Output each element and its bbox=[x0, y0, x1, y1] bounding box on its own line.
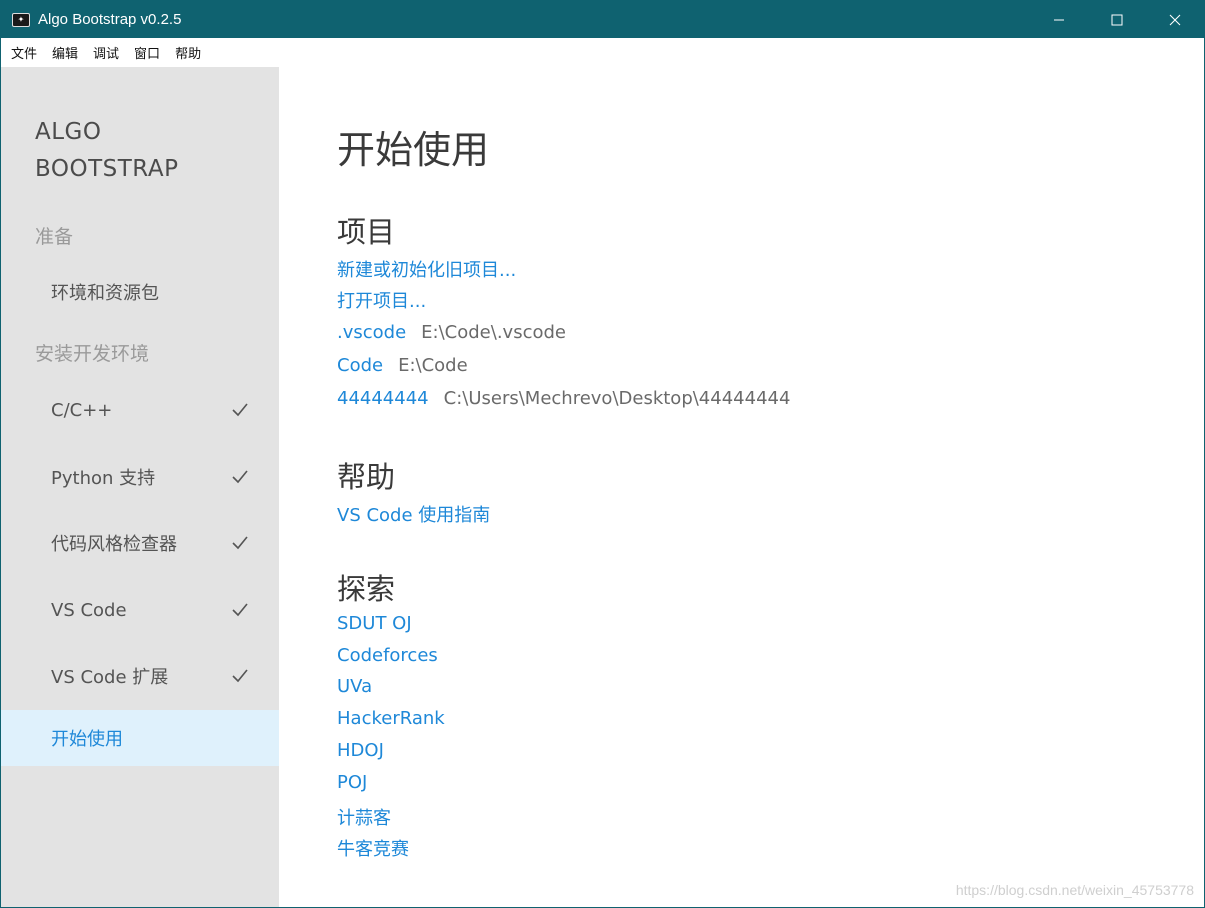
sidebar-item-vscode-extensions[interactable]: VS Code 扩展 bbox=[1, 648, 279, 704]
vscode-guide-link[interactable]: VS Code 使用指南 bbox=[337, 501, 490, 527]
close-icon bbox=[1169, 14, 1181, 25]
minimize-icon bbox=[1054, 19, 1064, 20]
recent-project-row: .vscode E:\Code\.vscode bbox=[337, 322, 566, 343]
window-controls bbox=[1030, 1, 1204, 38]
sidebar-item-env-packages[interactable]: 环境和资源包 bbox=[1, 264, 279, 320]
app-window: ✦ Algo Bootstrap v0.2.5 文件 编辑 调试 窗口 帮助 A… bbox=[0, 0, 1205, 908]
page-title: 开始使用 bbox=[337, 128, 490, 172]
sidebar: ALGO BOOTSTRAP 准备 环境和资源包 安装开发环境 C/C++ Py… bbox=[1, 67, 279, 907]
window-title: Algo Bootstrap v0.2.5 bbox=[38, 11, 182, 28]
checkmark-icon bbox=[232, 536, 248, 550]
menu-debug[interactable]: 调试 bbox=[91, 43, 126, 62]
close-button[interactable] bbox=[1146, 1, 1204, 38]
sidebar-item-cpp[interactable]: C/C++ bbox=[1, 382, 279, 438]
menu-edit[interactable]: 编辑 bbox=[50, 43, 85, 62]
explore-link-nowcoder[interactable]: 牛客竞赛 bbox=[337, 835, 409, 861]
checkmark-icon bbox=[232, 669, 248, 683]
recent-project-path: E:\Code bbox=[398, 355, 468, 376]
explore-link-hdoj[interactable]: HDOJ bbox=[337, 740, 384, 761]
main-content: 开始使用 项目 新建或初始化旧项目... 打开项目... .vscode E:\C… bbox=[279, 67, 1204, 907]
recent-project-row: 44444444 C:\Users\Mechrevo\Desktop\444444… bbox=[337, 388, 790, 409]
brand-line-1: ALGO bbox=[35, 119, 102, 145]
sidebar-item-get-started[interactable]: 开始使用 bbox=[1, 710, 279, 766]
checkmark-icon bbox=[232, 403, 248, 417]
title-bar[interactable]: ✦ Algo Bootstrap v0.2.5 bbox=[1, 1, 1204, 38]
sidebar-item-label: VS Code bbox=[51, 599, 127, 621]
open-project-link[interactable]: 打开项目... bbox=[337, 287, 426, 313]
menu-window[interactable]: 窗口 bbox=[132, 43, 167, 62]
sidebar-item-label: 环境和资源包 bbox=[51, 283, 159, 304]
recent-project-link[interactable]: 44444444 bbox=[337, 388, 429, 409]
checkmark-icon bbox=[232, 603, 248, 617]
sidebar-item-label: Python 支持 bbox=[51, 468, 156, 489]
brand-logo-text: ALGO BOOTSTRAP bbox=[35, 114, 178, 188]
brand-line-2: BOOTSTRAP bbox=[35, 156, 179, 182]
sidebar-item-label: 开始使用 bbox=[51, 729, 123, 750]
recent-project-link[interactable]: Code bbox=[337, 355, 383, 376]
menu-file[interactable]: 文件 bbox=[9, 43, 44, 62]
minimize-button[interactable] bbox=[1030, 1, 1088, 38]
maximize-icon bbox=[1111, 14, 1123, 25]
section-heading-project: 项目 bbox=[337, 215, 396, 249]
explore-link-sdut-oj[interactable]: SDUT OJ bbox=[337, 613, 412, 634]
recent-project-row: Code E:\Code bbox=[337, 355, 468, 376]
sidebar-item-label: VS Code 扩展 bbox=[51, 667, 169, 688]
sidebar-item-label: 代码风格检查器 bbox=[51, 534, 177, 555]
sidebar-item-python[interactable]: Python 支持 bbox=[1, 449, 279, 505]
explore-link-codeforces[interactable]: Codeforces bbox=[337, 645, 438, 666]
menu-help[interactable]: 帮助 bbox=[173, 43, 208, 62]
maximize-button[interactable] bbox=[1088, 1, 1146, 38]
explore-link-jisuanke[interactable]: 计蒜客 bbox=[337, 804, 391, 830]
watermark-text: https://blog.csdn.net/weixin_45753778 bbox=[955, 882, 1194, 898]
checkmark-icon bbox=[232, 470, 248, 484]
sidebar-item-vscode[interactable]: VS Code bbox=[1, 582, 279, 638]
sidebar-item-label: C/C++ bbox=[51, 399, 113, 421]
menu-bar: 文件 编辑 调试 窗口 帮助 bbox=[1, 38, 1204, 67]
section-heading-explore: 探索 bbox=[337, 572, 396, 606]
recent-project-path: C:\Users\Mechrevo\Desktop\44444444 bbox=[443, 388, 791, 409]
recent-project-path: E:\Code\.vscode bbox=[421, 322, 566, 343]
explore-link-hackerrank[interactable]: HackerRank bbox=[337, 708, 445, 729]
section-title-install: 安装开发环境 bbox=[35, 343, 150, 365]
explore-link-uva[interactable]: UVa bbox=[337, 676, 372, 697]
recent-project-link[interactable]: .vscode bbox=[337, 322, 406, 343]
section-title-prepare: 准备 bbox=[35, 226, 74, 248]
section-heading-help: 帮助 bbox=[337, 460, 396, 494]
sidebar-item-linter[interactable]: 代码风格检查器 bbox=[1, 515, 279, 571]
explore-link-poj[interactable]: POJ bbox=[337, 772, 367, 793]
app-logo-icon: ✦ bbox=[12, 12, 30, 27]
new-project-link[interactable]: 新建或初始化旧项目... bbox=[337, 256, 516, 282]
